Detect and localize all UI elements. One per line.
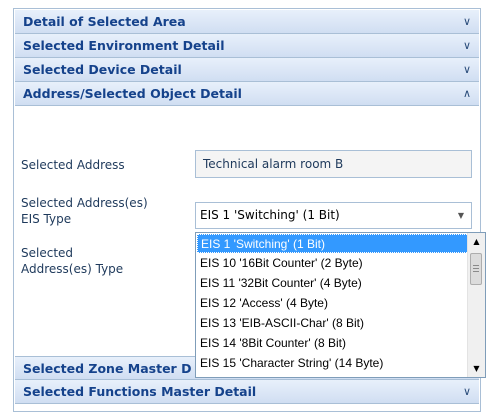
eis-type-dropdown-list[interactable]: EIS 1 'Switching' (1 Bit) EIS 10 '16Bit … (195, 232, 486, 378)
selected-address-field[interactable]: Technical alarm room B (195, 150, 472, 178)
dropdown-option[interactable]: EIS 14 '8Bit Counter' (8 Bit) (197, 334, 469, 353)
eis-type-label-line1: Selected Address(es) (21, 196, 148, 210)
section-title: Selected Functions Master Detail (23, 384, 257, 399)
grip-line (473, 268, 479, 269)
dropdown-scrollbar[interactable]: ▲ ▼ (467, 233, 485, 377)
section-title: Selected Environment Detail (23, 38, 225, 53)
section-detail-of-selected-area[interactable]: Detail of Selected Area ∨ (15, 10, 479, 34)
selected-address-label: Selected Address (21, 158, 125, 172)
dropdown-option[interactable]: EIS 15 'Character String' (14 Byte) (197, 354, 469, 373)
chevron-double-down-icon[interactable]: ∨ (463, 58, 471, 82)
address-type-label-line2: Address(es) Type (21, 262, 124, 276)
section-title: Detail of Selected Area (23, 14, 186, 29)
chevron-double-down-icon[interactable]: ∨ (463, 10, 471, 34)
address-type-label-line1: Selected (21, 246, 74, 260)
chevron-double-down-icon[interactable]: ∨ (463, 380, 471, 404)
dropdown-option[interactable]: EIS 11 '32Bit Counter' (4 Byte) (197, 274, 469, 293)
eis-type-label-line2: EIS Type (21, 212, 72, 226)
grip-line (473, 265, 479, 266)
eis-type-combobox[interactable]: EIS 1 'Switching' (1 Bit) ▼ (195, 202, 472, 229)
scrollbar-thumb[interactable] (470, 253, 482, 285)
chevron-double-up-icon[interactable]: ∧ (463, 82, 471, 106)
dropdown-option[interactable]: EIS 10 '16Bit Counter' (2 Byte) (197, 254, 469, 273)
section-address-selected-object-detail[interactable]: Address/Selected Object Detail ∧ (15, 82, 479, 106)
section-selected-functions-master-detail[interactable]: Selected Functions Master Detail ∨ (15, 380, 479, 404)
dropdown-option[interactable]: EIS 1 'Switching' (1 Bit) (197, 234, 469, 253)
scroll-down-arrow-icon[interactable]: ▼ (468, 360, 485, 377)
section-selected-device-detail[interactable]: Selected Device Detail ∨ (15, 58, 479, 82)
dropdown-option[interactable]: EIS 13 'EIB-ASCII-Char' (8 Bit) (197, 314, 469, 333)
section-title: Selected Zone Master D (23, 361, 192, 376)
dropdown-arrow-icon[interactable]: ▼ (458, 203, 464, 228)
chevron-double-down-icon[interactable]: ∨ (463, 34, 471, 58)
eis-type-value: EIS 1 'Switching' (1 Bit) (200, 208, 340, 222)
section-title: Address/Selected Object Detail (23, 86, 242, 101)
section-selected-environment-detail[interactable]: Selected Environment Detail ∨ (15, 34, 479, 58)
section-title: Selected Device Detail (23, 62, 182, 77)
dropdown-option[interactable]: EIS 12 'Access' (4 Byte) (197, 294, 469, 313)
scroll-up-arrow-icon[interactable]: ▲ (468, 233, 485, 250)
grip-line (473, 271, 479, 272)
